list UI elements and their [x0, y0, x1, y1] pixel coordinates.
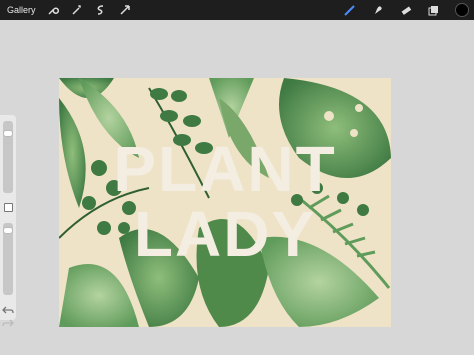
wrench-icon[interactable]	[46, 3, 60, 17]
brush-size-knob[interactable]	[4, 131, 12, 137]
brush-icon[interactable]	[343, 3, 357, 17]
opacity-slider[interactable]	[3, 223, 13, 295]
artwork-canvas[interactable]: PLANT LADY	[59, 78, 391, 327]
top-toolbar: Gallery	[0, 0, 474, 20]
workspace: PLANT LADY	[0, 20, 474, 355]
gallery-button[interactable]: Gallery	[7, 5, 36, 15]
brush-size-slider[interactable]	[3, 121, 13, 193]
redo-icon[interactable]	[2, 314, 14, 327]
modify-button[interactable]	[4, 203, 13, 212]
undo-icon[interactable]	[2, 301, 14, 314]
magic-wand-icon[interactable]	[70, 3, 84, 17]
eraser-icon[interactable]	[399, 3, 413, 17]
opacity-knob[interactable]	[4, 228, 12, 234]
color-swatch[interactable]	[455, 3, 469, 17]
selection-icon[interactable]	[94, 3, 108, 17]
brush-sidebar	[0, 115, 16, 327]
layers-icon[interactable]	[427, 3, 441, 17]
smudge-icon[interactable]	[371, 3, 385, 17]
artwork-title-line1: PLANT	[113, 133, 337, 205]
artwork-title-line2: LADY	[133, 198, 317, 270]
transform-arrow-icon[interactable]	[118, 3, 132, 17]
